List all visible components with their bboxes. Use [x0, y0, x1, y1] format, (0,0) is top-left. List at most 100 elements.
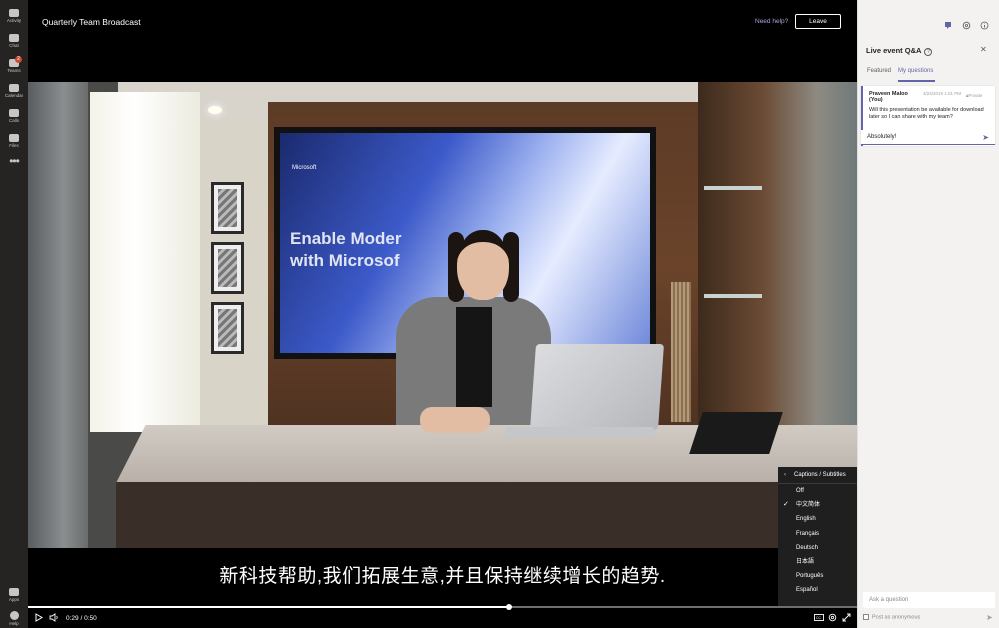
wall-picture — [211, 182, 244, 234]
rail-item-label: Teams — [7, 68, 21, 73]
close-icon[interactable]: ✕ — [980, 45, 987, 54]
playback-time: 0:29 / 0:50 — [66, 615, 97, 622]
caption-option-off[interactable]: Off — [778, 484, 857, 498]
laptop-base — [506, 427, 654, 437]
anonymous-checkbox[interactable] — [863, 614, 869, 620]
captions-menu-title: Captions / Subtitles — [794, 472, 846, 478]
caption-option-label: Deutsch — [796, 544, 819, 551]
help-icon[interactable]: ? — [924, 48, 933, 56]
send-icon[interactable]: ➤ — [982, 133, 989, 142]
more-apps-button[interactable]: ••• — [0, 155, 28, 167]
window-blind — [90, 92, 200, 432]
svg-text:CC: CC — [816, 616, 822, 620]
need-help-link[interactable]: Need help? — [755, 18, 788, 25]
current-time: 0:29 — [66, 615, 79, 622]
broadcast-stage: Quarterly Team Broadcast Need help? Leav… — [28, 0, 857, 628]
wall-picture — [211, 242, 244, 294]
question-text: Will this presentation be available for … — [869, 107, 984, 120]
slide-headline: Enable Moder with Microsof — [290, 228, 401, 272]
rail-item-label: Activity — [6, 18, 22, 23]
settings-icon[interactable] — [828, 613, 837, 624]
conference-phone — [689, 412, 783, 454]
calendar-icon — [9, 84, 19, 92]
duration: 0:50 — [84, 615, 97, 622]
presenter-hands — [420, 407, 490, 433]
presenter-shirt — [456, 307, 492, 407]
shelf — [704, 294, 762, 298]
caption-option-label: 中文简体 — [796, 502, 821, 509]
rail-item-label: Files — [9, 143, 19, 148]
captions-back-button[interactable]: ‹ Captions / Subtitles — [778, 467, 857, 484]
caption-option-label: Off — [796, 488, 804, 494]
live-subtitle: 新科技帮助,我们拓展生意,并且保持继续增长的趋势. — [219, 566, 666, 587]
post-anonymous-option[interactable]: Post as anonymous — [863, 614, 920, 620]
captions-icon[interactable]: CC — [814, 613, 824, 624]
phone-icon — [9, 109, 19, 117]
checkmark-icon: ✓ — [783, 501, 789, 509]
fullscreen-icon[interactable] — [842, 613, 851, 624]
rail-item-files[interactable]: Files — [0, 129, 28, 153]
play-icon[interactable] — [35, 613, 43, 624]
active-tab-indicator — [898, 80, 935, 82]
caption-option-german[interactable]: Deutsch — [778, 541, 857, 555]
rail-item-chat[interactable]: Chat — [0, 29, 28, 53]
question-author: Praveen Maloo (You) — [869, 91, 908, 103]
ceiling-light — [208, 106, 222, 114]
rail-item-teams[interactable]: Teams 2 — [0, 54, 28, 78]
app-rail: Activity Chat Teams 2 Calendar Calls Fil… — [0, 0, 28, 628]
caption-option-label: Français — [796, 530, 820, 537]
chat-icon[interactable] — [944, 17, 953, 29]
video-player[interactable]: Microsoft Enable Moder with Microsof — [28, 82, 857, 548]
shelf — [704, 186, 762, 190]
notification-badge: 2 — [15, 56, 22, 63]
anonymous-label: Post as anonymous — [872, 614, 921, 621]
caption-option-label: Español — [796, 587, 818, 594]
decor-vase — [671, 282, 691, 422]
question-timestamp: 3/24/2019 1:01 PM — [923, 91, 962, 96]
send-question-icon[interactable]: ➤ — [986, 613, 993, 622]
rail-item-calendar[interactable]: Calendar — [0, 79, 28, 103]
privacy-text: Private — [968, 93, 983, 98]
caption-option-french[interactable]: Français — [778, 527, 857, 541]
reply-field[interactable]: Absolutely! ➤ — [861, 130, 995, 145]
reply-text[interactable]: Absolutely! — [867, 134, 896, 140]
rail-item-label: Apps — [8, 597, 20, 602]
laptop — [529, 344, 665, 430]
leave-button[interactable]: Leave — [795, 14, 841, 29]
tab-featured[interactable]: Featured — [867, 68, 891, 74]
qa-panel: Live event Q&A? ✕ Featured My questions … — [857, 0, 999, 628]
volume-icon[interactable] — [49, 613, 59, 624]
apps-icon — [9, 588, 19, 596]
caption-option-english[interactable]: English — [778, 512, 857, 526]
slide-logo: Microsoft — [292, 165, 317, 171]
tab-my-questions[interactable]: My questions — [898, 68, 933, 74]
presenter-head — [457, 230, 509, 300]
chevron-left-icon: ‹ — [784, 472, 786, 478]
gear-icon[interactable] — [962, 17, 971, 30]
slide-text-line: Enable Moder — [290, 229, 402, 248]
time-separator: / — [80, 615, 83, 622]
help-icon — [9, 611, 19, 620]
rail-item-help[interactable]: Help — [0, 606, 28, 628]
privacy-label: 🔒︎Private — [966, 93, 982, 98]
rail-item-apps[interactable]: Apps — [0, 583, 28, 607]
caption-option-chinese[interactable]: ✓ 中文简体 — [778, 498, 857, 512]
ask-question-placeholder[interactable]: Ask a question — [869, 597, 908, 603]
rail-item-label: Calls — [8, 118, 19, 123]
caption-option-label: English — [796, 516, 816, 523]
rail-item-label: Calendar — [4, 93, 24, 98]
seek-bar-fill — [28, 606, 509, 608]
rail-item-label: Chat — [9, 43, 19, 48]
qa-title-text: Live event Q&A — [866, 46, 922, 55]
ask-question-input[interactable]: Ask a question — [863, 592, 995, 608]
rail-item-activity[interactable]: Activity — [0, 4, 28, 28]
rail-item-label: Help — [9, 621, 19, 626]
rail-item-calls[interactable]: Calls — [0, 104, 28, 128]
slide-text-line: with Microsof — [290, 251, 400, 270]
file-icon — [9, 134, 19, 142]
chat-icon — [9, 34, 19, 42]
info-icon[interactable] — [980, 17, 989, 30]
seek-bar-handle[interactable] — [505, 604, 512, 610]
bell-icon — [9, 9, 19, 17]
seek-bar[interactable] — [28, 604, 857, 610]
